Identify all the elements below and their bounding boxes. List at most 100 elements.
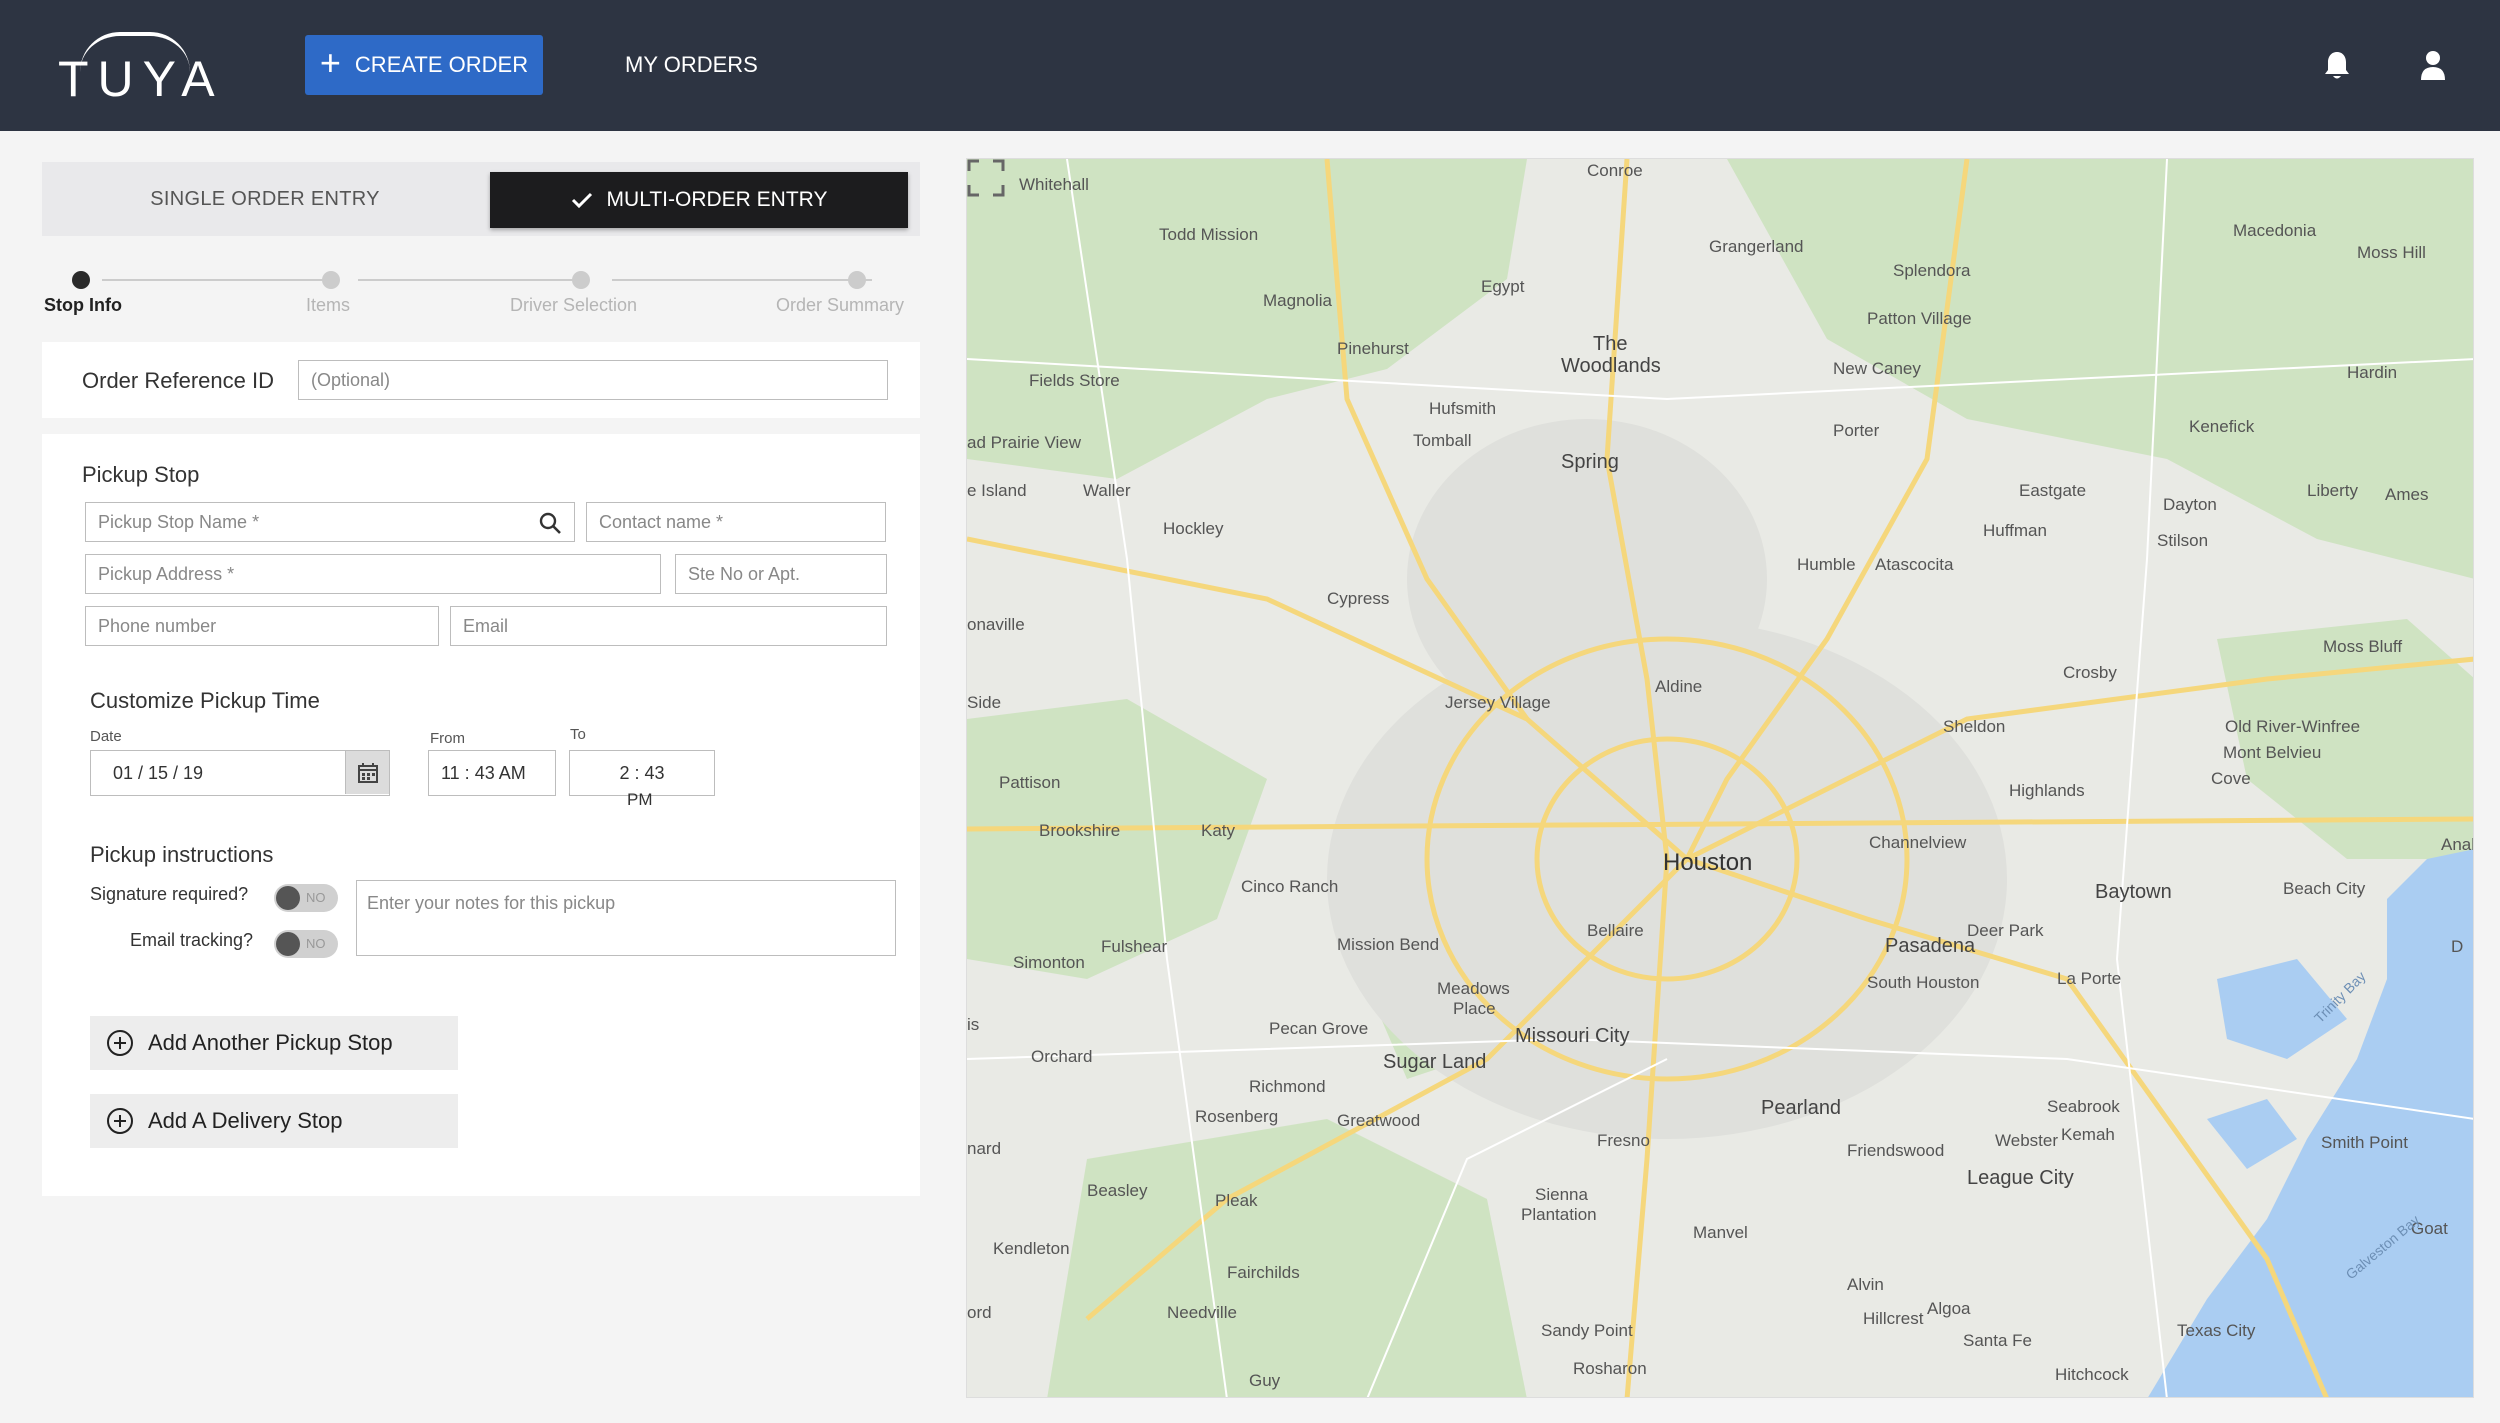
date-label: Date bbox=[90, 728, 122, 745]
map-label-algoa: Algoa bbox=[1927, 1299, 1971, 1318]
step-dot-driver-selection[interactable] bbox=[572, 271, 590, 289]
map-label-league-city: League City bbox=[1967, 1167, 2074, 1189]
map-label-guy: Guy bbox=[1249, 1371, 1281, 1390]
map-label-ord: ord bbox=[967, 1303, 992, 1322]
map-label-manvel: Manvel bbox=[1693, 1223, 1748, 1242]
fullscreen-icon[interactable] bbox=[967, 159, 1005, 197]
map-label-hockley: Hockley bbox=[1163, 519, 1224, 538]
plus-circle-icon bbox=[107, 1030, 133, 1056]
calendar-button[interactable] bbox=[345, 751, 389, 794]
to-label: To bbox=[570, 726, 586, 743]
user-icon[interactable] bbox=[2420, 50, 2446, 80]
customize-pickup-time-title: Customize Pickup Time bbox=[90, 688, 320, 713]
map-label-kenefick: Kenefick bbox=[2189, 417, 2255, 436]
map-label-macedonia: Macedonia bbox=[2233, 221, 2317, 240]
map-label-atascocita: Atascocita bbox=[1875, 555, 1954, 574]
date-input[interactable]: 01 / 15 / 19 bbox=[90, 750, 390, 796]
step-label-order-summary: Order Summary bbox=[776, 295, 905, 315]
map-label-houston: Houston bbox=[1663, 849, 1753, 876]
to-time-period: PM bbox=[627, 790, 653, 809]
map-label-onaville: onaville bbox=[967, 615, 1025, 634]
suite-number-input[interactable]: Ste No or Apt. bbox=[675, 554, 887, 594]
map-label-missouri-city: Missouri City bbox=[1515, 1025, 1630, 1047]
map-label-fields-store: Fields Store bbox=[1029, 371, 1120, 390]
multi-order-entry-tab[interactable]: MULTI-ORDER ENTRY bbox=[490, 172, 908, 228]
map-label-patton-village: Patton Village bbox=[1867, 309, 1972, 328]
pickup-notes-textarea[interactable]: Enter your notes for this pickup bbox=[356, 880, 896, 956]
map-label-cypress: Cypress bbox=[1327, 589, 1390, 608]
map-label-d: D bbox=[2451, 937, 2464, 956]
add-delivery-stop-button[interactable]: Add A Delivery Stop bbox=[90, 1094, 458, 1148]
map-label-channelview: Channelview bbox=[1869, 833, 1967, 852]
step-connector bbox=[102, 279, 324, 281]
to-time-value: 2 : 43 bbox=[619, 762, 665, 783]
logo-text: TUYA bbox=[58, 51, 224, 107]
email-input[interactable]: Email bbox=[450, 606, 887, 646]
map-label-beasley: Beasley bbox=[1087, 1181, 1148, 1200]
add-another-pickup-stop-button[interactable]: Add Another Pickup Stop bbox=[90, 1016, 458, 1070]
pickup-address-input[interactable]: Pickup Address * bbox=[85, 554, 661, 594]
map-label-crosby: Crosby bbox=[2063, 663, 2117, 682]
from-time-input[interactable]: 11 : 43 AM bbox=[428, 750, 556, 796]
phone-number-input[interactable]: Phone number bbox=[85, 606, 439, 646]
step-dot-order-summary[interactable] bbox=[848, 271, 866, 289]
map-label-needville: Needville bbox=[1167, 1303, 1237, 1322]
email-tracking-toggle[interactable]: NO bbox=[274, 930, 338, 958]
calendar-icon bbox=[357, 762, 378, 783]
pickup-instructions-title: Pickup instructions bbox=[90, 842, 274, 867]
map-label-eastgate: Eastgate bbox=[2019, 481, 2087, 500]
map-label-magnolia: Magnolia bbox=[1263, 291, 1332, 310]
pickup-stop-name-input[interactable]: Pickup Stop Name * bbox=[85, 502, 575, 542]
map-label-the-woodlands-1: The bbox=[1593, 333, 1628, 355]
step-label-driver-selection: Driver Selection bbox=[510, 295, 638, 315]
map-label-is: is bbox=[967, 1015, 980, 1034]
map-label-sugar-land: Sugar Land bbox=[1383, 1051, 1487, 1073]
tuya-logo[interactable]: TUYA bbox=[58, 30, 218, 107]
map-label-greatwood: Greatwood bbox=[1337, 1111, 1421, 1130]
map-label-sheldon: Sheldon bbox=[1943, 717, 2006, 736]
map-water bbox=[2148, 849, 2473, 1397]
map-label-sandy-point: Sandy Point bbox=[1541, 1321, 1633, 1340]
order-reference-input[interactable]: (Optional) bbox=[298, 360, 888, 400]
map-label-fulshear: Fulshear bbox=[1101, 937, 1168, 956]
step-dot-stop-info[interactable] bbox=[72, 271, 90, 289]
map-label-santa-fe: Santa Fe bbox=[1963, 1331, 2032, 1350]
map-label-porter: Porter bbox=[1833, 421, 1880, 440]
map-label-kendleton: Kendleton bbox=[993, 1239, 1070, 1258]
map-label-the-woodlands-2: Woodlands bbox=[1561, 355, 1661, 377]
contact-name-input[interactable]: Contact name * bbox=[586, 502, 886, 542]
map-label-huffman: Huffman bbox=[1983, 521, 2047, 540]
my-orders-link[interactable]: MY ORDERS bbox=[625, 52, 758, 78]
map-label-alvin: Alvin bbox=[1847, 1275, 1884, 1294]
single-order-entry-tab[interactable]: SINGLE ORDER ENTRY bbox=[42, 162, 488, 236]
multi-order-entry-label: MULTI-ORDER ENTRY bbox=[606, 188, 828, 211]
map-label-cinco-ranch: Cinco Ranch bbox=[1241, 877, 1339, 896]
map-label-old-river: Old River-Winfree bbox=[2225, 717, 2361, 736]
map-label-orchard: Orchard bbox=[1031, 1047, 1093, 1066]
bell-icon[interactable] bbox=[2322, 50, 2352, 82]
map-label-tomball: Tomball bbox=[1413, 431, 1472, 450]
map-label-mont-belvieu: Mont Belvieu bbox=[2223, 743, 2322, 762]
create-order-button[interactable]: + CREATE ORDER bbox=[305, 35, 543, 95]
map-label-ames: Ames bbox=[2385, 485, 2429, 504]
map-label-rosharon: Rosharon bbox=[1573, 1359, 1647, 1378]
signature-required-toggle[interactable]: NO bbox=[274, 884, 338, 912]
map-label-pinehurst: Pinehurst bbox=[1337, 339, 1409, 358]
toggle-knob bbox=[276, 932, 300, 956]
order-reference-card: Order Reference ID (Optional) bbox=[42, 342, 920, 418]
step-dot-items[interactable] bbox=[322, 271, 340, 289]
map-label-moss-hill: Moss Hill bbox=[2357, 243, 2426, 262]
map-label-beach-city: Beach City bbox=[2283, 879, 2366, 898]
entry-mode-toggle: SINGLE ORDER ENTRY MULTI-ORDER ENTRY bbox=[42, 162, 920, 236]
map-label-meadows-1: Meadows bbox=[1437, 979, 1510, 998]
signature-toggle-state: NO bbox=[306, 890, 326, 905]
search-icon[interactable] bbox=[538, 511, 562, 535]
map-label-sienna-1: Sienna bbox=[1535, 1185, 1588, 1204]
plus-icon: + bbox=[319, 42, 341, 83]
pickup-stop-title: Pickup Stop bbox=[82, 462, 200, 487]
map-label-prairie-view: ad Prairie View bbox=[967, 433, 1082, 452]
map-label-new-caney: New Caney bbox=[1833, 359, 1921, 378]
map-label-fresno: Fresno bbox=[1597, 1131, 1650, 1150]
map-label-pearland: Pearland bbox=[1761, 1097, 1842, 1119]
map-panel[interactable]: Conroe Whitehall Todd Mission Grangerlan… bbox=[966, 158, 2474, 1398]
